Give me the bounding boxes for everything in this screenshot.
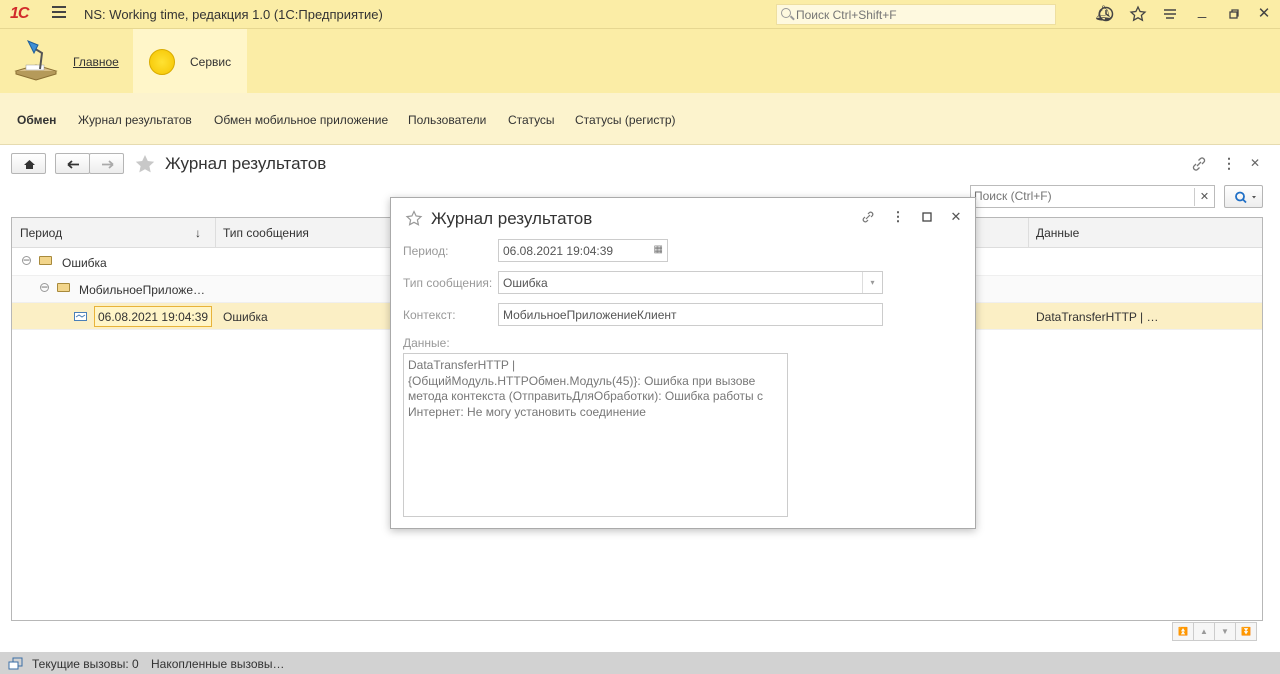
sun-icon bbox=[149, 49, 175, 75]
scroll-top-icon[interactable]: ⏫ bbox=[1172, 622, 1194, 641]
search-icon bbox=[781, 8, 791, 18]
column-data[interactable]: Данные bbox=[1036, 226, 1079, 240]
home-button[interactable] bbox=[11, 153, 46, 174]
group-folder-icon bbox=[57, 283, 70, 292]
favorite-star-icon[interactable] bbox=[134, 154, 156, 174]
message-type-value: Ошибка bbox=[503, 276, 548, 290]
sections-panel: Главное Сервис bbox=[0, 29, 1280, 93]
link-icon[interactable] bbox=[860, 209, 876, 225]
nav-statuses-register[interactable]: Статусы (регистр) bbox=[575, 113, 675, 127]
main-menu-icon[interactable] bbox=[52, 6, 66, 20]
nav-statuses[interactable]: Статусы bbox=[508, 113, 555, 127]
back-button[interactable] bbox=[55, 153, 90, 174]
history-icon[interactable] bbox=[1097, 5, 1115, 23]
table-scroll-buttons: ⏫ ▲ ▼ ⏬ bbox=[1172, 622, 1257, 641]
more-icon[interactable]: ⋮ bbox=[1222, 155, 1236, 172]
calendar-icon[interactable]: ▦ bbox=[654, 244, 663, 255]
search-icon bbox=[1235, 191, 1256, 204]
section-main-label[interactable]: Главное bbox=[73, 55, 119, 69]
dropdown-icon[interactable]: ▾ bbox=[862, 272, 882, 293]
home-icon bbox=[24, 160, 35, 169]
favorite-star-icon[interactable] bbox=[405, 210, 423, 227]
data-line: метода контекста (ОтправитьДляОбработки)… bbox=[408, 389, 764, 403]
record-period: 06.08.2021 19:04:39 bbox=[98, 310, 209, 324]
form-search-field[interactable]: ✕ bbox=[970, 185, 1215, 208]
arrow-left-icon bbox=[67, 160, 79, 169]
global-search[interactable] bbox=[776, 4, 1056, 25]
favorites-star-icon[interactable] bbox=[1129, 5, 1147, 23]
period-label: Период: bbox=[403, 244, 449, 258]
context-label: Контекст: bbox=[403, 308, 456, 322]
calls-icon bbox=[8, 657, 23, 670]
period-value: 06.08.2021 19:04:39 bbox=[503, 244, 614, 258]
data-line: {ОбщийМодуль.HTTPОбмен.Модуль(45)}: Ошиб… bbox=[408, 373, 756, 388]
dialog-title: Журнал результатов bbox=[431, 209, 593, 228]
forward-button[interactable] bbox=[89, 153, 124, 174]
group-label: Ошибка bbox=[62, 256, 107, 270]
current-calls: Текущие вызовы: 0 bbox=[32, 657, 139, 671]
nav-exchange[interactable]: Обмен bbox=[17, 113, 56, 127]
arrow-right-icon bbox=[102, 160, 114, 169]
search-button[interactable] bbox=[1224, 185, 1263, 208]
data-line: DataTransferHTTP | bbox=[408, 358, 516, 372]
settings-menu-icon[interactable] bbox=[1161, 5, 1179, 23]
collapse-icon[interactable]: − bbox=[40, 281, 49, 293]
data-label: Данные: bbox=[403, 336, 450, 350]
data-line: Интернет: Не могу установить соединение bbox=[408, 404, 646, 419]
record-dialog: Журнал результатов ⋮ ✕ Период: 06.08.202… bbox=[390, 197, 976, 529]
maximize-icon[interactable] bbox=[919, 209, 935, 225]
collapse-icon[interactable]: − bbox=[22, 254, 31, 266]
message-type-field[interactable]: Ошибка ▾ bbox=[498, 271, 883, 294]
minimize-icon[interactable]: _ bbox=[1193, 2, 1211, 20]
section-nav: Обмен Журнал результатов Обмен мобильное… bbox=[0, 93, 1280, 145]
record-type: Ошибка bbox=[223, 310, 268, 324]
close-icon[interactable]: ✕ bbox=[948, 209, 964, 225]
nav-mobile-exchange[interactable]: Обмен мобильное приложение bbox=[214, 113, 388, 127]
context-field[interactable]: МобильноеПриложениеКлиент bbox=[498, 303, 883, 326]
accumulated-calls[interactable]: Накопленные вызовы… bbox=[151, 657, 285, 671]
column-message-type[interactable]: Тип сообщения bbox=[223, 226, 309, 240]
form-title: Журнал результатов bbox=[165, 154, 327, 173]
scroll-up-icon[interactable]: ▲ bbox=[1193, 622, 1215, 641]
status-bar: Текущие вызовы: 0 Накопленные вызовы… bbox=[0, 652, 1280, 674]
more-icon[interactable]: ⋮ bbox=[890, 209, 906, 225]
group-folder-icon bbox=[39, 256, 52, 265]
nav-results-log[interactable]: Журнал результатов bbox=[78, 113, 192, 127]
record-icon bbox=[74, 312, 87, 321]
scroll-bottom-icon[interactable]: ⏬ bbox=[1235, 622, 1257, 641]
period-field[interactable]: 06.08.2021 19:04:39 ▦ bbox=[498, 239, 668, 262]
data-field[interactable]: DataTransferHTTP | {ОбщийМодуль.HTTPОбме… bbox=[403, 353, 788, 517]
clear-search-icon[interactable]: ✕ bbox=[1194, 188, 1214, 206]
1c-logo[interactable]: 1С bbox=[10, 5, 29, 23]
context-value: МобильноеПриложениеКлиент bbox=[503, 308, 677, 322]
close-icon[interactable]: ✕ bbox=[1255, 5, 1273, 23]
app-title: NS: Working time, редакция 1.0 (1С:Предп… bbox=[84, 7, 383, 22]
sort-desc-icon[interactable]: ↓ bbox=[195, 226, 201, 240]
global-search-input[interactable] bbox=[796, 7, 1046, 22]
record-data: DataTransferHTTP | … bbox=[1036, 310, 1159, 324]
column-period[interactable]: Период bbox=[20, 226, 62, 240]
section-service-label: Сервис bbox=[190, 55, 232, 69]
group-label: МобильноеПриложе… bbox=[79, 283, 205, 297]
message-type-label: Тип сообщения: bbox=[403, 276, 493, 290]
nav-users[interactable]: Пользователи bbox=[408, 113, 486, 127]
form-close-icon[interactable]: ✕ bbox=[1250, 156, 1260, 170]
desk-lamp-icon bbox=[14, 40, 58, 81]
form-search-input[interactable] bbox=[974, 189, 1189, 203]
restore-icon[interactable] bbox=[1225, 5, 1243, 23]
title-bar: 1С NS: Working time, редакция 1.0 (1С:Пр… bbox=[0, 0, 1280, 29]
link-icon[interactable] bbox=[1190, 155, 1208, 173]
section-service[interactable]: Сервис bbox=[133, 29, 247, 93]
scroll-down-icon[interactable]: ▼ bbox=[1214, 622, 1236, 641]
